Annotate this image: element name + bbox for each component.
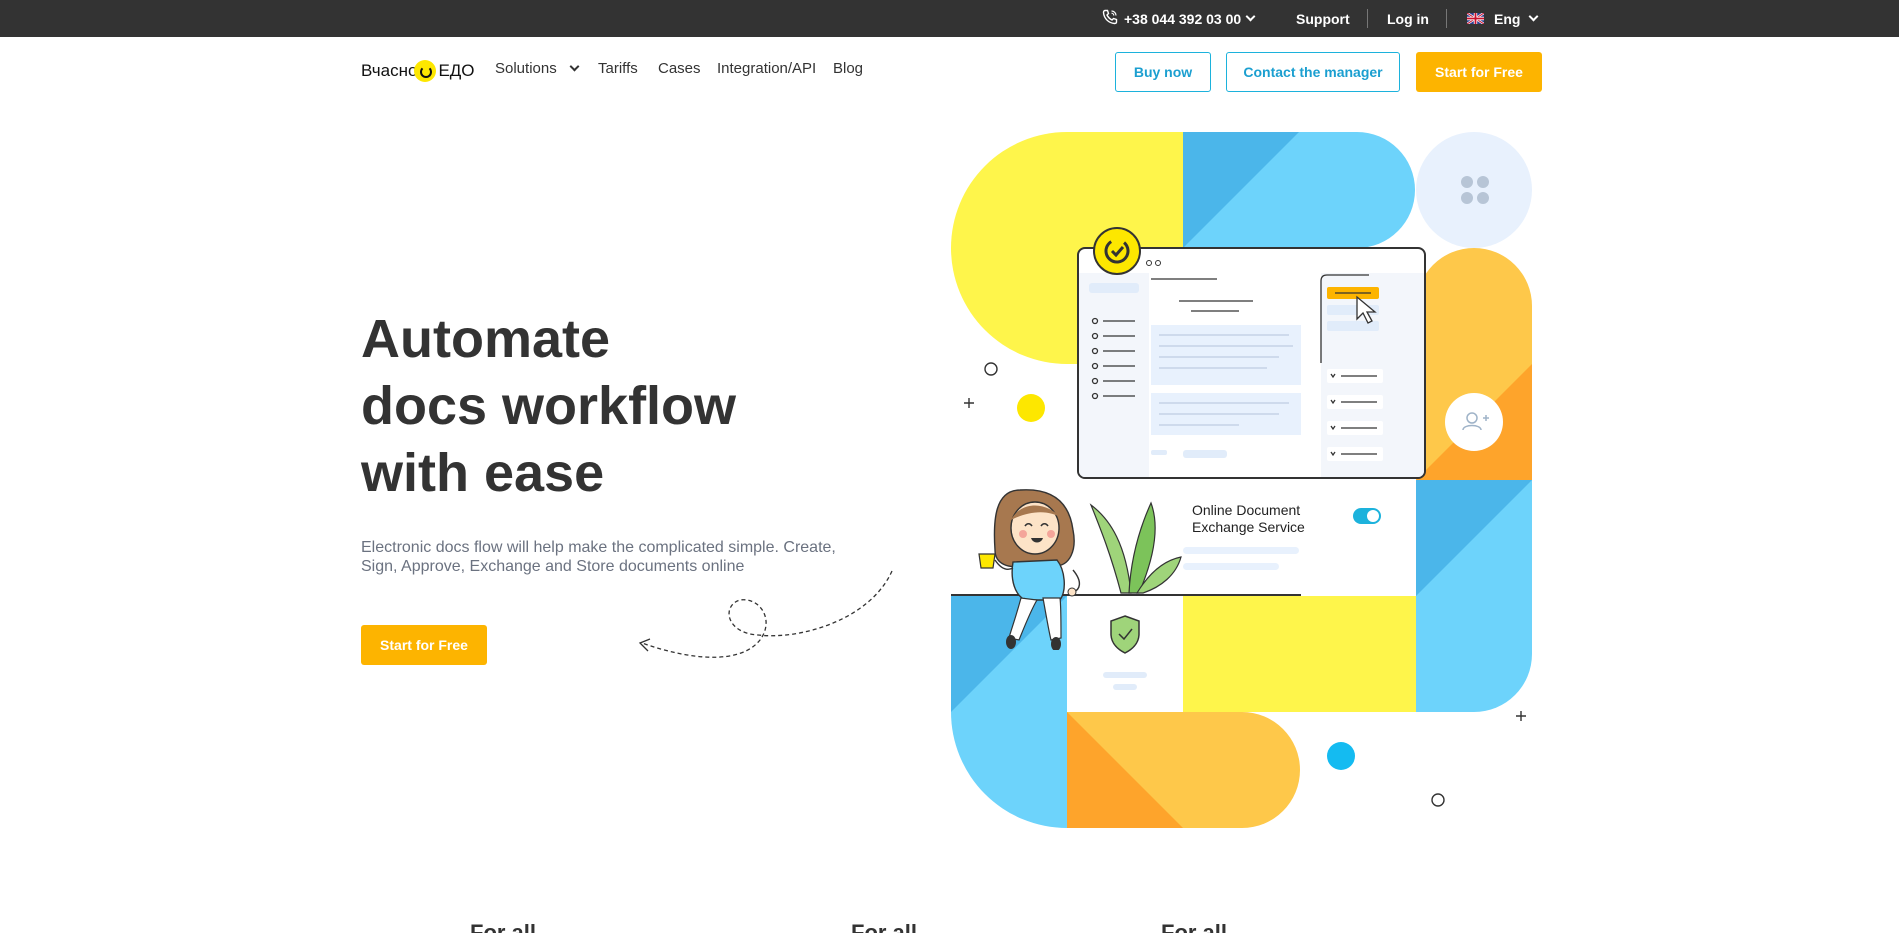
feature-teaser-heading: For all (470, 920, 537, 933)
phone-number[interactable]: +38 044 392 03 00 (1124, 11, 1241, 27)
brand-logo[interactable]: Вчасно ЕДО (361, 60, 475, 82)
decorative-marks (1431, 711, 1526, 807)
language-dropdown[interactable]: Eng (1466, 0, 1539, 37)
hero-illustration: Online Document Exchange Service (951, 130, 1534, 830)
nav-solutions[interactable]: Solutions (495, 60, 580, 77)
shape-yellow-block (1183, 596, 1416, 712)
girl-character-illustration (978, 489, 1081, 650)
logo-text-left: Вчасно (361, 61, 418, 80)
nav-integration-api[interactable]: Integration/API (717, 60, 816, 77)
hero-title-line: docs workflow (361, 376, 737, 436)
dashed-arrow-decoration (638, 570, 893, 658)
nav-cases[interactable]: Cases (658, 60, 701, 77)
uk-flag-icon (1466, 11, 1485, 27)
service-label-line: Online Document (1192, 502, 1301, 518)
service-label-line: Exchange Service (1192, 519, 1305, 535)
shape-blue-pill (1183, 132, 1415, 248)
chevron-down-icon (1245, 11, 1256, 22)
service-label: Online Document Exchange Service (1192, 502, 1305, 536)
nav-solutions-label: Solutions (495, 60, 557, 77)
placeholder-bar (1183, 563, 1279, 570)
hero-start-free-button[interactable]: Start for Free (361, 625, 487, 665)
logo-check-icon (414, 60, 437, 82)
decorative-yellow-dot (1017, 394, 1045, 422)
nav-tariffs[interactable]: Tariffs (598, 60, 638, 77)
service-toggle (1353, 508, 1381, 524)
menu-grid-icon (1416, 132, 1532, 248)
nav-blog[interactable]: Blog (833, 60, 863, 77)
logo-text-right: ЕДО (438, 61, 475, 80)
chevron-down-icon (569, 61, 580, 72)
header-start-free-button[interactable]: Start for Free (1416, 52, 1542, 92)
phone-dropdown[interactable]: +38 044 392 03 00 (1102, 0, 1256, 37)
app-window-mock (1077, 247, 1426, 479)
divider (1446, 9, 1447, 28)
buy-now-button[interactable]: Buy now (1115, 52, 1211, 92)
language-label: Eng (1494, 10, 1521, 27)
feature-teaser-heading: For all (851, 920, 918, 933)
top-bar: +38 044 392 03 00 Support Log in Eng (0, 0, 1899, 37)
chevron-down-icon (1529, 11, 1539, 22)
hero-title-line: Automate (361, 309, 611, 369)
support-link[interactable]: Support (1296, 0, 1350, 37)
divider (1367, 9, 1368, 28)
decorative-blue-dot (1327, 742, 1355, 770)
check-badge-icon (1093, 227, 1141, 275)
hero-title: Automate docs workflow with ease (361, 306, 736, 507)
add-user-icon (1445, 393, 1503, 451)
hero-title-line: with ease (361, 443, 605, 503)
phone-icon (1102, 9, 1118, 28)
shape-blue-right (1416, 480, 1532, 712)
placeholder-bar (1183, 547, 1299, 554)
login-link[interactable]: Log in (1387, 0, 1429, 37)
contact-manager-button[interactable]: Contact the manager (1226, 52, 1400, 92)
shape-orange-bottom-pill (1067, 712, 1300, 828)
feature-teaser-heading: For all (1161, 920, 1228, 933)
